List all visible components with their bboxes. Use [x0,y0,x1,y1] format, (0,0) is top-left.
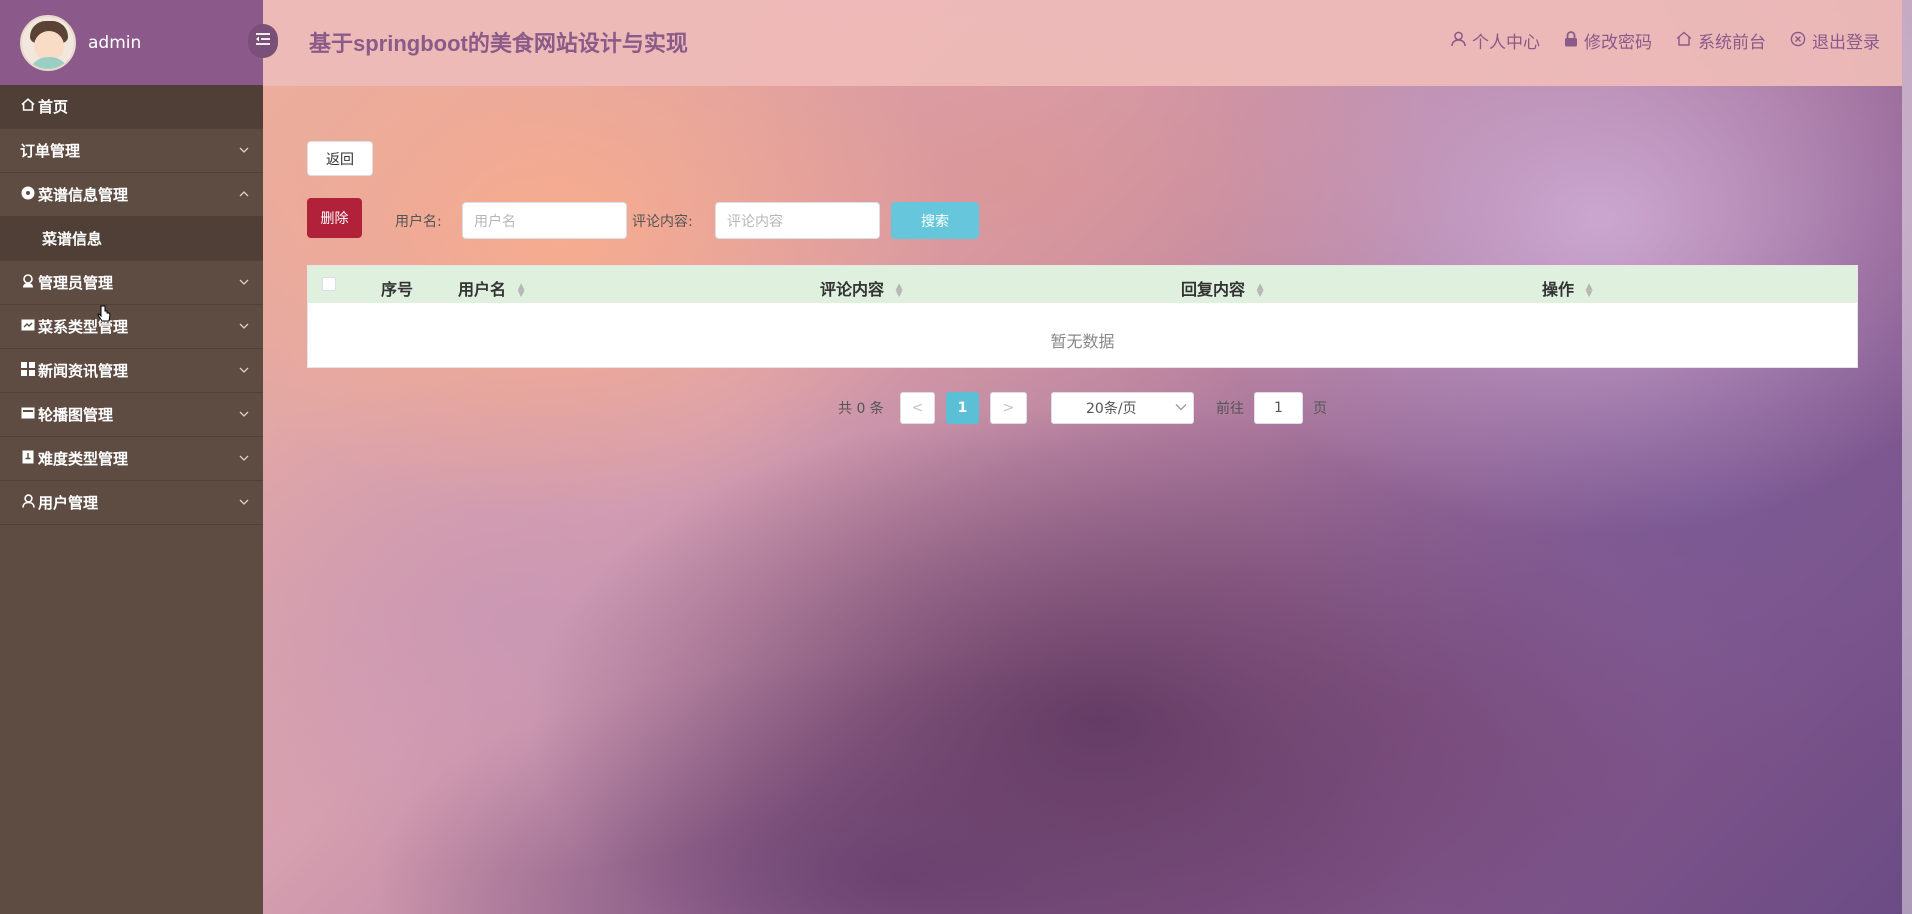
sort-icon: ▲ ▼ [517,281,525,299]
sidebar-item-home[interactable]: 首页 [0,85,263,129]
header-link-label: 修改密码 [1584,33,1652,53]
avatar [20,14,76,71]
sidebar-item-label: 难度类型管理 [38,450,129,468]
admin-icon [20,273,36,292]
column-header-reply[interactable]: 回复内容 ▲ ▼ [1181,276,1264,300]
column-header-label: 评论内容 [820,280,885,299]
user-name: admin [88,32,142,53]
home-icon [1676,31,1692,50]
header-link-label: 系统前台 [1698,33,1766,53]
close-circle-icon [1790,31,1806,51]
table-header: 序号 用户名 ▲ ▼ 评论内容 ▲ ▼ 回复内容 ▲ ▼ 操作 ▲ ▼ [308,266,1857,303]
column-header-username[interactable]: 用户名 ▲ ▼ [458,276,525,300]
pagination-prev-button[interactable]: < [900,392,935,424]
mouse-cursor-icon [97,305,111,322]
sidebar-item-user-management[interactable]: 用户管理 [0,481,263,525]
column-header-actions[interactable]: 操作 ▲ ▼ [1542,276,1593,300]
sidebar-menu: 首页 订单管理 菜谱信息管理 菜谱信息 管理员管理 菜系类型管理 新闻资讯管理 … [0,85,263,525]
header-link-profile[interactable]: 个人中心 [1451,28,1540,53]
header-link-label: 退出登录 [1812,33,1880,53]
comments-table: 序号 用户名 ▲ ▼ 评论内容 ▲ ▼ 回复内容 ▲ ▼ 操作 ▲ ▼ 暂无数据 [307,265,1858,368]
sidebar-item-label: 管理员管理 [38,274,114,292]
select-all-checkbox[interactable] [322,277,336,291]
sidebar-item-label: 订单管理 [20,142,81,160]
doc-icon [20,450,36,468]
sort-icon: ▲ ▼ [895,281,903,299]
chevron-down-icon [239,494,249,508]
chevron-down-icon [239,142,249,156]
comment-label: 评论内容: [632,214,693,230]
sidebar-item-label: 轮播图管理 [38,406,114,424]
delete-button[interactable]: 删除 [307,198,362,238]
pagination-next-button[interactable]: > [990,392,1027,424]
header-link-change-password[interactable]: 修改密码 [1564,28,1652,53]
header-links: 个人中心 修改密码 系统前台 退出登录 [1427,28,1880,53]
chevron-down-icon [239,362,249,376]
header-link-frontend[interactable]: 系统前台 [1676,28,1766,53]
sidebar-item-label: 用户管理 [38,494,99,512]
empty-text: 暂无数据 [1050,332,1115,351]
sidebar-item-carousel-management[interactable]: 轮播图管理 [0,393,263,437]
sidebar-subitem-recipe-info[interactable]: 菜谱信息 [0,217,263,261]
column-header-label: 用户名 [458,280,507,299]
column-header-comment[interactable]: 评论内容 ▲ ▼ [820,276,903,300]
search-button[interactable]: 搜索 [891,202,979,239]
pagination-goto-input[interactable]: 1 [1254,392,1303,424]
username-label: 用户名: [395,214,442,230]
grid-icon [20,361,36,380]
chevron-down-icon [239,318,249,332]
sidebar: admin 首页 订单管理 菜谱信息管理 菜谱信息 管理员管理 菜系类型管理 新… [0,0,263,914]
top-header: 基于springboot的美食网站设计与实现 个人中心 修改密码 系统前台 退出… [263,0,1902,86]
sidebar-item-label: 菜系类型管理 [38,318,129,336]
chevron-up-icon [239,186,249,200]
chevron-down-icon [1175,400,1187,414]
pagination-goto-label: 前往 [1216,401,1244,417]
sidebar-item-news-management[interactable]: 新闻资讯管理 [0,349,263,393]
page-size-select[interactable]: 20条/页 [1051,392,1194,424]
page-size-value: 20条/页 [1086,401,1137,417]
column-header-label: 回复内容 [1181,280,1246,299]
home-icon [20,98,36,115]
pagination-page-1[interactable]: 1 [946,392,979,424]
header-link-label: 个人中心 [1472,33,1540,53]
chevron-down-icon [239,406,249,420]
sidebar-item-label: 新闻资讯管理 [38,362,129,380]
sort-icon: ▲ ▼ [1585,281,1593,299]
user-icon [20,493,36,512]
pagination-page-suffix: 页 [1313,401,1327,417]
chevron-down-icon [239,450,249,464]
comment-input[interactable] [715,202,880,239]
sidebar-item-recipe-management[interactable]: 菜谱信息管理 [0,173,263,217]
pagination-total: 共 0 条 [838,401,884,417]
sidebar-item-orders[interactable]: 订单管理 [0,129,263,173]
sidebar-header: admin [0,0,263,85]
column-header-label: 操作 [1542,280,1575,299]
sidebar-item-admin-management[interactable]: 管理员管理 [0,261,263,305]
sidebar-item-label: 首页 [38,98,69,116]
sidebar-item-difficulty-management[interactable]: 难度类型管理 [0,437,263,481]
chevron-down-icon [239,274,249,288]
page-scrollbar[interactable] [1902,0,1912,914]
menu-fold-icon [254,32,272,50]
username-input[interactable] [462,202,627,239]
lock-icon [1564,30,1578,51]
header-link-logout[interactable]: 退出登录 [1790,28,1880,53]
image-icon [20,407,36,423]
tag-icon [20,319,36,335]
sidebar-item-cuisine-type-management[interactable]: 菜系类型管理 [0,305,263,349]
page-title: 基于springboot的美食网站设计与实现 [309,31,688,56]
user-icon [1451,31,1466,51]
background [0,0,1912,914]
sidebar-item-label: 菜谱信息管理 [38,186,129,204]
sidebar-item-label: 菜谱信息 [42,230,103,248]
back-button[interactable]: 返回 [307,141,373,176]
sort-icon: ▲ ▼ [1256,281,1264,299]
sidebar-toggle-button[interactable] [248,24,278,58]
disc-icon [20,186,36,204]
column-header-index: 序号 [381,280,414,299]
